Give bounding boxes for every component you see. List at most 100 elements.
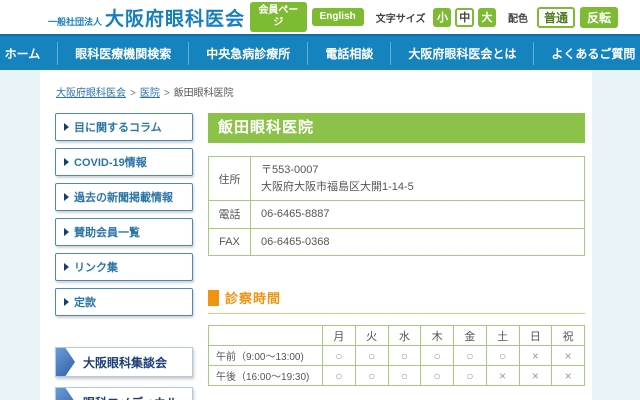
hours-mark: ○ xyxy=(388,366,421,386)
nav-item-clinic-search[interactable]: 眼科医療機関検索 xyxy=(57,42,188,65)
breadcrumb-link-home[interactable]: 大阪府眼科医会 xyxy=(56,88,126,99)
hours-row-label-morning: 午前（9:00～13:00) xyxy=(209,346,323,366)
breadcrumb: 大阪府眼科医会 > 医院 > 飯田眼科医院 xyxy=(56,84,585,99)
table-row: 午後（16:00～19:30) ○ ○ ○ ○ ○ × × × xyxy=(209,366,585,386)
nav-item-faq[interactable]: よくあるご質問 xyxy=(533,42,640,65)
info-value-fax: 06-6465-0368 xyxy=(251,228,585,256)
sidebar-banner-label: 眼科コメディカル xyxy=(83,394,178,400)
table-row: 月 火 水 木 金 土 日 祝 xyxy=(209,326,585,346)
day-header-tue: 火 xyxy=(355,326,388,346)
day-header-sat: 土 xyxy=(486,326,519,346)
hours-mark: ○ xyxy=(421,366,454,386)
breadcrumb-separator: > xyxy=(130,88,136,99)
table-row: 電話 06-6465-8887 xyxy=(209,201,585,229)
sidebar-item-newspaper-archive[interactable]: 過去の新聞掲載情報 xyxy=(55,183,193,211)
hours-mark: ○ xyxy=(388,346,421,366)
sidebar-item-label: 過去の新聞掲載情報 xyxy=(74,189,173,205)
breadcrumb-separator: > xyxy=(164,88,170,99)
hours-mark: ○ xyxy=(454,346,487,366)
sidebar-banner-label: 大阪眼科集談会 xyxy=(83,354,167,371)
arrow-right-icon xyxy=(64,123,69,131)
hours-row-label-afternoon: 午後（16:00～19:30) xyxy=(209,366,323,386)
font-size-large-button[interactable]: 大 xyxy=(478,8,496,27)
info-value-phone: 06-6465-8887 xyxy=(251,201,585,229)
main-content: 飯田眼科医院 住所 〒553-0007 大阪府大阪市福島区大開1-14-5 電話… xyxy=(208,113,585,400)
hours-mark: ○ xyxy=(421,346,454,366)
sidebar-gap xyxy=(55,323,193,347)
arrow-right-icon xyxy=(64,193,69,201)
street-address: 大阪府大阪市福島区大開1-14-5 xyxy=(261,179,574,196)
hours-corner-cell xyxy=(209,326,323,346)
arrow-right-icon xyxy=(64,228,69,236)
hours-mark: ○ xyxy=(454,366,487,386)
sidebar-item-covid19[interactable]: COVID-19情報 xyxy=(55,148,193,176)
content-card: 大阪府眼科医会 > 医院 > 飯田眼科医院 目に関するコラム COVID-19情報 過去… xyxy=(40,70,592,400)
postal-code: 〒553-0007 xyxy=(261,162,574,179)
nav-item-home[interactable]: ホーム xyxy=(0,42,57,65)
hours-mark: ○ xyxy=(323,346,356,366)
section-bullet-icon xyxy=(208,290,219,306)
arrow-right-icon xyxy=(64,158,69,166)
font-size-medium-button[interactable]: 中 xyxy=(455,8,474,27)
clinic-info-table: 住所 〒553-0007 大阪府大阪市福島区大開1-14-5 電話 06-646… xyxy=(208,156,585,256)
info-label-fax: FAX xyxy=(209,228,251,256)
sidebar: 目に関するコラム COVID-19情報 過去の新聞掲載情報 賛助会員一覧 リンク… xyxy=(55,113,193,400)
table-row: 住所 〒553-0007 大阪府大阪市福島区大開1-14-5 xyxy=(209,157,585,201)
color-scheme-invert-button[interactable]: 反転 xyxy=(580,7,618,28)
info-label-address: 住所 xyxy=(209,157,251,201)
hours-mark: × xyxy=(552,366,585,386)
arrow-right-icon xyxy=(64,263,69,271)
day-header-sun: 日 xyxy=(519,326,552,346)
breadcrumb-link-clinics[interactable]: 医院 xyxy=(140,88,160,99)
hours-mark: × xyxy=(552,346,585,366)
day-header-fri: 金 xyxy=(454,326,487,346)
day-header-holiday: 祝 xyxy=(552,326,585,346)
sidebar-banner-comedical[interactable]: 眼科コメディカル xyxy=(55,387,193,400)
arrow-right-icon xyxy=(64,298,69,306)
member-page-button[interactable]: 会員ページ xyxy=(250,2,307,32)
hours-mark: ○ xyxy=(323,366,356,386)
sidebar-item-label: 賛助会員一覧 xyxy=(74,224,140,240)
day-header-wed: 水 xyxy=(388,326,421,346)
top-header: 一般社団法人 大阪府眼科医会 会員ページ English 文字サイズ 小 中 大… xyxy=(0,0,640,34)
hours-mark: × xyxy=(519,366,552,386)
hours-mark: ○ xyxy=(355,366,388,386)
table-row: FAX 06-6465-0368 xyxy=(209,228,585,256)
font-size-small-button[interactable]: 小 xyxy=(433,8,451,27)
font-size-label: 文字サイズ xyxy=(376,10,426,25)
breadcrumb-current: 飯田眼科医院 xyxy=(174,88,234,99)
sidebar-banner-osaka-meeting[interactable]: 大阪眼科集談会 xyxy=(55,347,193,377)
sidebar-item-articles[interactable]: 定款 xyxy=(55,288,193,316)
nav-item-phone-consult[interactable]: 電話相談 xyxy=(307,42,390,65)
day-header-thu: 木 xyxy=(421,326,454,346)
sidebar-item-eye-column[interactable]: 目に関するコラム xyxy=(55,113,193,141)
info-value-address: 〒553-0007 大阪府大阪市福島区大開1-14-5 xyxy=(251,157,585,201)
hours-mark: ○ xyxy=(355,346,388,366)
info-label-phone: 電話 xyxy=(209,201,251,229)
color-scheme-label: 配色 xyxy=(508,10,528,25)
hours-mark: × xyxy=(486,366,519,386)
hours-table: 月 火 水 木 金 土 日 祝 午前（9:00～13:00) ○ ○ xyxy=(208,325,585,386)
nav-item-about[interactable]: 大阪府眼科医会とは xyxy=(390,42,533,65)
site-logo[interactable]: 一般社団法人 大阪府眼科医会 xyxy=(48,4,245,31)
hours-mark: ○ xyxy=(486,346,519,366)
sidebar-item-label: 目に関するコラム xyxy=(74,119,162,135)
hours-section-title: 診察時間 xyxy=(225,288,281,307)
nav-item-emergency-clinic[interactable]: 中央急病診療所 xyxy=(188,42,307,65)
sidebar-item-links[interactable]: リンク集 xyxy=(55,253,193,281)
sidebar-item-label: COVID-19情報 xyxy=(74,154,147,170)
sidebar-item-supporting-members[interactable]: 賛助会員一覧 xyxy=(55,218,193,246)
main-nav: ホーム 眼科医療機関検索 中央急病診療所 電話相談 大阪府眼科医会とは よくある… xyxy=(0,34,640,70)
arrow-right-icon xyxy=(56,348,75,376)
org-type-label: 一般社団法人 xyxy=(48,15,102,28)
site-title: 大阪府眼科医会 xyxy=(105,4,245,31)
sidebar-item-label: 定款 xyxy=(74,294,96,310)
hours-section-heading: 診察時間 xyxy=(208,288,585,314)
sidebar-item-label: リンク集 xyxy=(74,259,118,275)
clinic-name-title: 飯田眼科医院 xyxy=(208,113,585,143)
table-row: 午前（9:00～13:00) ○ ○ ○ ○ ○ ○ × × xyxy=(209,346,585,366)
color-scheme-normal-button[interactable]: 普通 xyxy=(537,7,575,28)
hours-mark: × xyxy=(519,346,552,366)
english-button[interactable]: English xyxy=(312,8,364,26)
arrow-right-icon xyxy=(56,388,75,400)
